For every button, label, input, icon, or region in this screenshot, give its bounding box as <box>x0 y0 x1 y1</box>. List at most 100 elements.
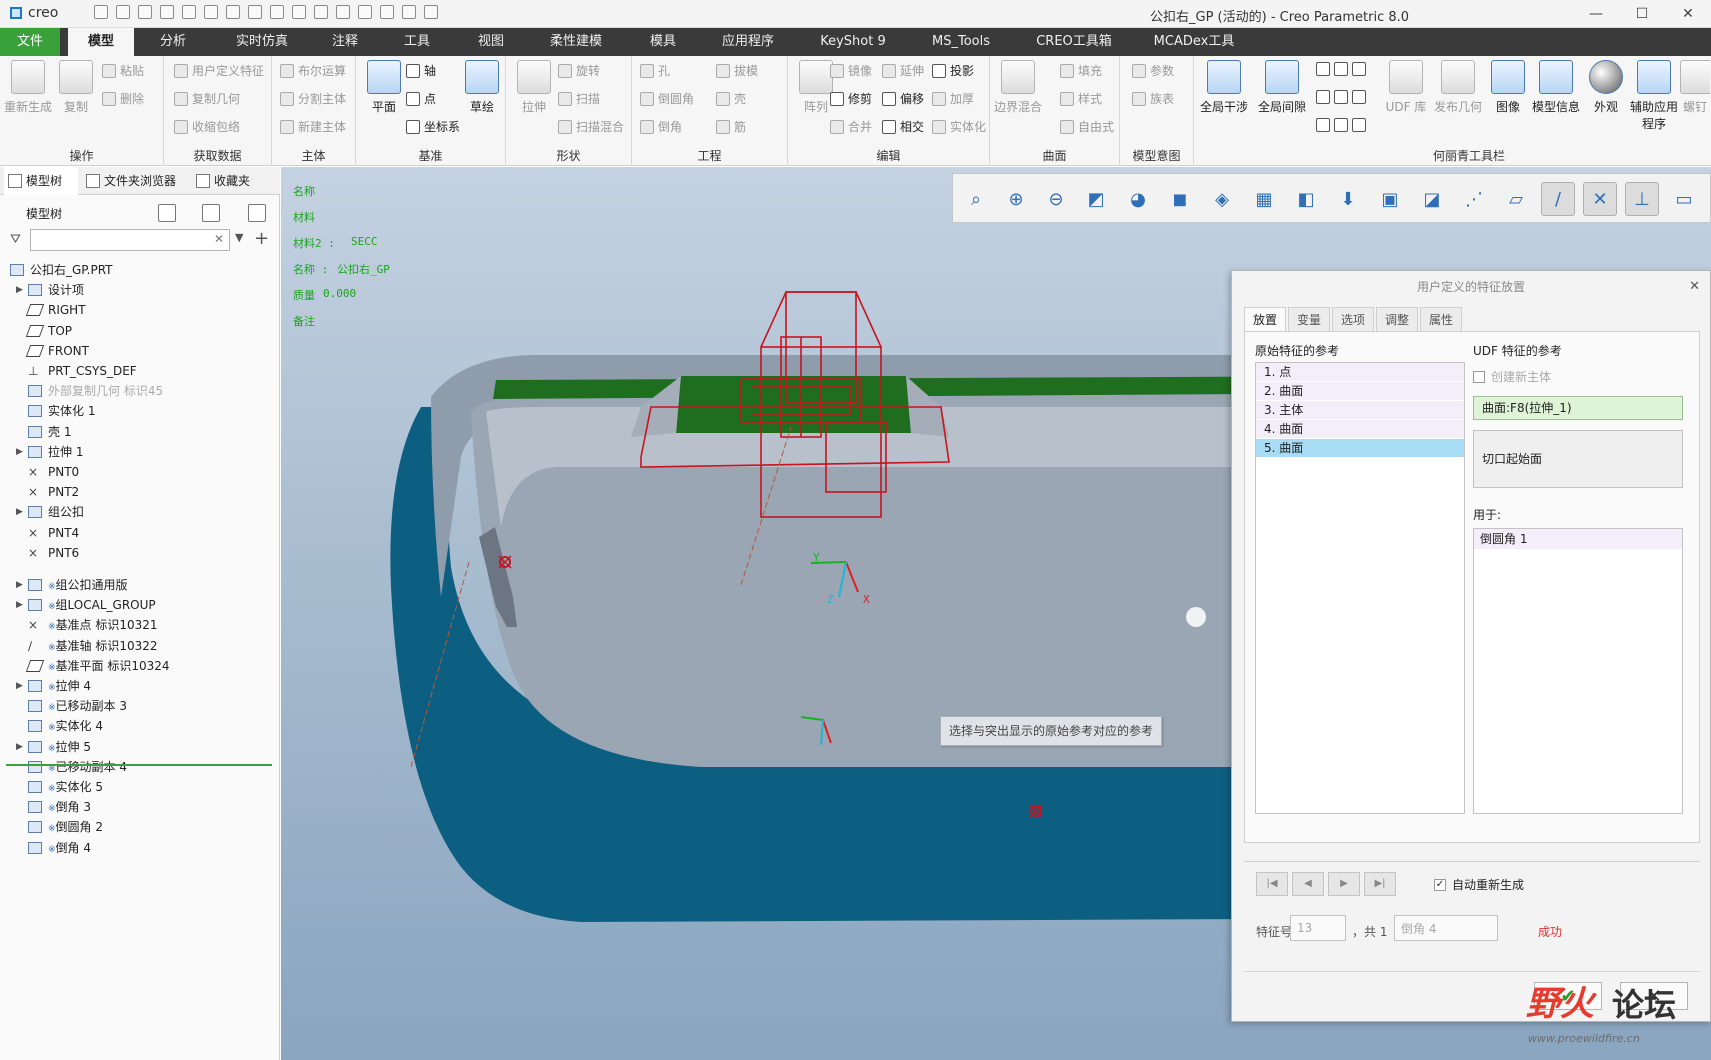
tree-item[interactable]: ▶ 拉伸 1 <box>0 441 280 463</box>
display-style-icon[interactable]: ◕ <box>1121 182 1155 216</box>
new-body-button[interactable]: 新建主体 <box>280 118 346 135</box>
group-label-edit[interactable]: 编辑 <box>788 147 989 164</box>
tree-item[interactable]: ※已移动副本 3 <box>0 695 280 717</box>
tree-search-input[interactable] <box>30 229 230 251</box>
tree-item[interactable]: ▶ 组公扣 <box>0 501 280 523</box>
list-item[interactable]: 3. 主体 <box>1256 401 1464 420</box>
zoom-out-icon[interactable]: ⊖ <box>1039 182 1073 216</box>
tree-item[interactable]: 壳 1 <box>0 421 280 443</box>
search-dropdown-icon[interactable]: ▼ <box>235 231 243 244</box>
tree-settings-icon[interactable] <box>158 204 176 222</box>
regen-icon[interactable] <box>336 5 350 19</box>
tree-item[interactable]: ∕ ※基准轴 标识10322 <box>0 635 280 657</box>
udf-button[interactable]: 用户定义特征 <box>174 62 264 79</box>
tab-folder-browser[interactable]: 文件夹浏览器 <box>82 167 186 195</box>
aux-app-button[interactable]: 辅助应用程序 <box>1626 60 1682 132</box>
copy-geom-button[interactable]: 复制几何 <box>174 90 240 107</box>
freestyle-button[interactable]: 自由式 <box>1060 118 1114 135</box>
list-item[interactable]: 倒圆角 1 <box>1474 529 1682 549</box>
group-label-model-intent[interactable]: 模型意图 <box>1120 147 1193 164</box>
point-display-icon[interactable]: ∕ <box>1541 182 1575 216</box>
filter-icon[interactable]: ⛛ <box>10 233 24 247</box>
tree-item[interactable]: ⊥ PRT_CSYS_DEF <box>0 360 280 382</box>
tab-file[interactable]: 文件 <box>0 28 60 56</box>
page-icon[interactable] <box>292 5 306 19</box>
expand-arrow-icon[interactable]: ▶ <box>16 279 23 301</box>
tree-item[interactable]: ▶ 设计项 <box>0 279 280 301</box>
publish-geometry-button[interactable]: 发布几何 <box>1430 60 1486 115</box>
tree-item[interactable]: FRONT <box>0 340 280 362</box>
group-label-operations[interactable]: 操作 <box>0 147 163 164</box>
tab-creo-toolbox[interactable]: CREO工具箱 <box>1028 28 1120 56</box>
tree-item[interactable]: × ※基准点 标识10321 <box>0 614 280 636</box>
tree-item[interactable]: RIGHT <box>0 299 280 321</box>
tree-item[interactable]: ※已移动副本 4 <box>0 756 280 778</box>
relation-tools-button[interactable] <box>1316 118 1366 132</box>
model-info-button[interactable]: 模型信息 <box>1528 60 1584 115</box>
trim-button[interactable]: 修剪 <box>830 90 872 107</box>
tree-item[interactable]: ▶ ※组公扣通用版 <box>0 574 280 596</box>
solidify-button[interactable]: 实体化 <box>932 118 986 135</box>
tab-adjust[interactable]: 调整 <box>1376 307 1419 331</box>
plane-button[interactable]: 平面 <box>356 60 412 115</box>
cut-start-button[interactable]: 切口起始面 <box>1473 430 1683 488</box>
tree-item[interactable]: TOP <box>0 320 280 342</box>
tree-item[interactable]: ※倒圆角 2 <box>0 816 280 838</box>
save-icon[interactable] <box>160 5 174 19</box>
thicken-button[interactable]: 加厚 <box>932 90 974 107</box>
tree-item[interactable]: ※实体化 5 <box>0 776 280 798</box>
expand-arrow-icon[interactable]: ▶ <box>16 441 23 463</box>
tree-columns-icon[interactable] <box>202 204 220 222</box>
maximize-icon[interactable]: ☐ <box>1619 0 1665 28</box>
tree-item[interactable]: ※倒角 4 <box>0 837 280 859</box>
tree-item[interactable]: 实体化 1 <box>0 400 280 422</box>
section-icon[interactable]: ◧ <box>1289 182 1323 216</box>
point-button[interactable]: 点 <box>406 90 436 107</box>
copy-button[interactable]: 复制 <box>48 60 104 115</box>
tree-filter-icon[interactable] <box>248 204 266 222</box>
group-label-custom-toolbar[interactable]: 何丽青工具栏 <box>1394 147 1544 164</box>
tree-item[interactable]: ▶ ※组LOCAL_GROUP <box>0 594 280 616</box>
offset-button[interactable]: 偏移 <box>882 90 924 107</box>
shrinkwrap-button[interactable]: 收缩包络 <box>174 118 240 135</box>
insert-here-marker[interactable] <box>6 764 272 766</box>
sweep-button[interactable]: 扫描 <box>558 90 600 107</box>
tree-item[interactable]: × PNT2 <box>0 481 280 503</box>
tab-properties[interactable]: 属性 <box>1420 307 1463 331</box>
tree-item[interactable]: ▶ ※拉伸 5 <box>0 736 280 758</box>
datum-display-icon[interactable]: ▣ <box>1373 182 1407 216</box>
shell-button[interactable]: 壳 <box>716 90 746 107</box>
next-feature-button[interactable]: ▶ <box>1328 872 1360 896</box>
feature-no-field[interactable] <box>1290 915 1346 941</box>
save-backup-icon[interactable] <box>226 5 240 19</box>
perspective-icon[interactable]: ▦ <box>1247 182 1281 216</box>
delete-button[interactable]: 删除 <box>102 90 144 107</box>
view-manager-icon[interactable]: ◈ <box>1205 182 1239 216</box>
open-session-icon[interactable] <box>138 5 152 19</box>
paste-button[interactable]: 粘贴 <box>102 62 144 79</box>
save-as-icon[interactable] <box>182 5 196 19</box>
close-window-icon[interactable]: ✕ <box>1665 0 1711 28</box>
mirror-button[interactable]: 镜像 <box>830 62 872 79</box>
tab-analysis[interactable]: 分析 <box>140 28 206 56</box>
split-body-button[interactable]: 分割主体 <box>280 90 346 107</box>
hole-button[interactable]: 孔 <box>640 62 670 79</box>
new-file-icon[interactable] <box>94 5 108 19</box>
expand-arrow-icon[interactable]: ▶ <box>16 594 23 616</box>
group-label-body[interactable]: 主体 <box>272 147 355 164</box>
first-feature-button[interactable]: |◀ <box>1256 872 1288 896</box>
fill-button[interactable]: 填充 <box>1060 62 1102 79</box>
group-label-engineering[interactable]: 工程 <box>632 147 787 164</box>
global-interference-button[interactable]: 全局干涉 <box>1196 60 1252 115</box>
tree-item[interactable]: × PNT0 <box>0 461 280 483</box>
clear-search-icon[interactable]: ✕ <box>214 232 224 246</box>
tab-options[interactable]: 选项 <box>1332 307 1375 331</box>
tab-placement[interactable]: 放置 <box>1244 307 1287 331</box>
tree-item[interactable]: × PNT4 <box>0 522 280 544</box>
axis-button[interactable]: 轴 <box>406 62 436 79</box>
save-copy-icon[interactable] <box>204 5 218 19</box>
rib-button[interactable]: 筋 <box>716 118 746 135</box>
expand-arrow-icon[interactable]: ▶ <box>16 574 23 596</box>
boundary-blend-button[interactable]: 边界混合 <box>990 60 1046 115</box>
tab-favorites[interactable]: 收藏夹 <box>192 167 272 195</box>
